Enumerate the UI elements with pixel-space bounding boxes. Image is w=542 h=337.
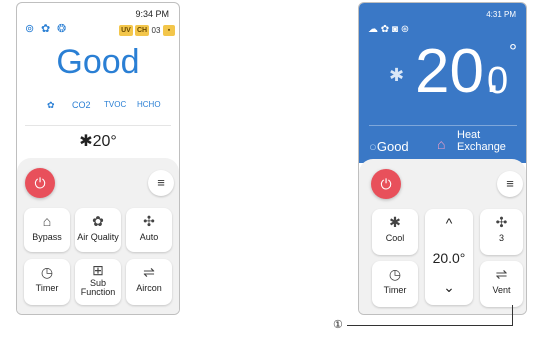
auto-button[interactable]: ✣ Auto xyxy=(126,208,172,252)
co2-icon: CO2 xyxy=(72,100,91,110)
bypass-button[interactable]: ⌂ Bypass xyxy=(24,208,70,252)
timer-button[interactable]: ◷ Timer xyxy=(24,259,70,305)
tvoc-icon: TVOC xyxy=(104,100,127,109)
cool-mode-button[interactable]: ✱ Cool xyxy=(372,209,418,255)
exchange-arrows-icon: ⇌ xyxy=(143,264,155,280)
house-icon: ⌂ xyxy=(437,136,446,152)
left-device-screen: 9:34 PM ⊚ ✿ ❂ UV CH 03 ▪ Good ✿ CO2 TVOC… xyxy=(16,2,180,315)
status-icons: ☁ ✿ ◙ ⊛ xyxy=(368,24,410,35)
air-quality-button[interactable]: ✿ Air Quality xyxy=(75,208,121,252)
clock-icon: ◷ xyxy=(40,264,54,280)
setpoint-value: 20.0° xyxy=(432,250,466,266)
divider xyxy=(25,125,171,126)
clock: 4:31 PM xyxy=(486,10,516,19)
fan-icon: ✣ xyxy=(143,213,155,229)
clock-icon: ◷ xyxy=(388,266,402,282)
mode-label: Heat Exchange xyxy=(457,129,506,153)
temperature-up-button[interactable]: ^ xyxy=(425,215,473,231)
grid-icon: ⊞ xyxy=(92,262,104,278)
temperature-value: 20° xyxy=(92,133,117,150)
snowflake-icon: ✱ xyxy=(389,214,401,230)
air-quality-status: ○Good xyxy=(369,139,409,154)
home-icon: ⌂ xyxy=(42,213,52,229)
callout-line xyxy=(347,325,513,326)
menu-button[interactable]: ≡ xyxy=(148,170,174,196)
humidity-icon: ❂ xyxy=(57,23,67,35)
aircon-button[interactable]: ⇌ Aircon xyxy=(126,259,172,305)
uv-badge: UV xyxy=(119,25,133,36)
ch-badge: CH xyxy=(135,25,149,36)
fan-icon: ✣ xyxy=(495,214,508,230)
callout-leader xyxy=(512,305,513,326)
blue-status-area: 4:31 PM ☁ ✿ ◙ ⊛ ✱ 20. 0 ° ○Good ⌂ Heat E… xyxy=(359,3,526,163)
temperature-down-button[interactable]: ⌄ xyxy=(425,279,473,296)
menu-button[interactable]: ≡ xyxy=(497,171,523,197)
hcho-icon: HCHO xyxy=(137,100,161,109)
exchange-arrows-icon: ⇌ xyxy=(495,266,508,282)
power-button[interactable]: ⏻ xyxy=(371,169,401,199)
callout-number: ① xyxy=(333,319,343,331)
car-icon: ▪ xyxy=(163,25,175,36)
snowflake-icon: ✱ xyxy=(79,133,93,150)
sub-function-button[interactable]: ⊞ Sub Function xyxy=(75,259,121,305)
clock: 9:34 PM xyxy=(135,9,169,19)
temperature-display: ✱20° xyxy=(17,131,179,151)
timer-button[interactable]: ◷ Timer xyxy=(372,261,418,307)
ring-icon: ⊚ xyxy=(25,23,35,35)
air-quality-status: Good xyxy=(56,43,140,81)
snowflake-icon: ✱ xyxy=(389,65,405,85)
air-quality-icon: ✿ xyxy=(92,213,104,229)
vent-fan-icon: ✿ xyxy=(41,23,51,35)
temperature-setpoint-control: ^ 20.0° ⌄ xyxy=(425,209,473,305)
vent-button[interactable]: ⇌ Vent xyxy=(480,261,523,307)
temperature-decimal: 0 xyxy=(487,60,509,102)
divider xyxy=(369,125,517,126)
right-device-screen: 4:31 PM ☁ ✿ ◙ ⊛ ✱ 20. 0 ° ○Good ⌂ Heat E… xyxy=(358,2,527,315)
ch-level: 03 xyxy=(151,26,161,35)
degree-symbol: ° xyxy=(509,41,517,63)
fan-speed-button[interactable]: ✣ 3 xyxy=(480,209,523,255)
filter-icon: ✿ xyxy=(47,100,55,110)
power-button[interactable]: ⏻ xyxy=(25,168,55,198)
